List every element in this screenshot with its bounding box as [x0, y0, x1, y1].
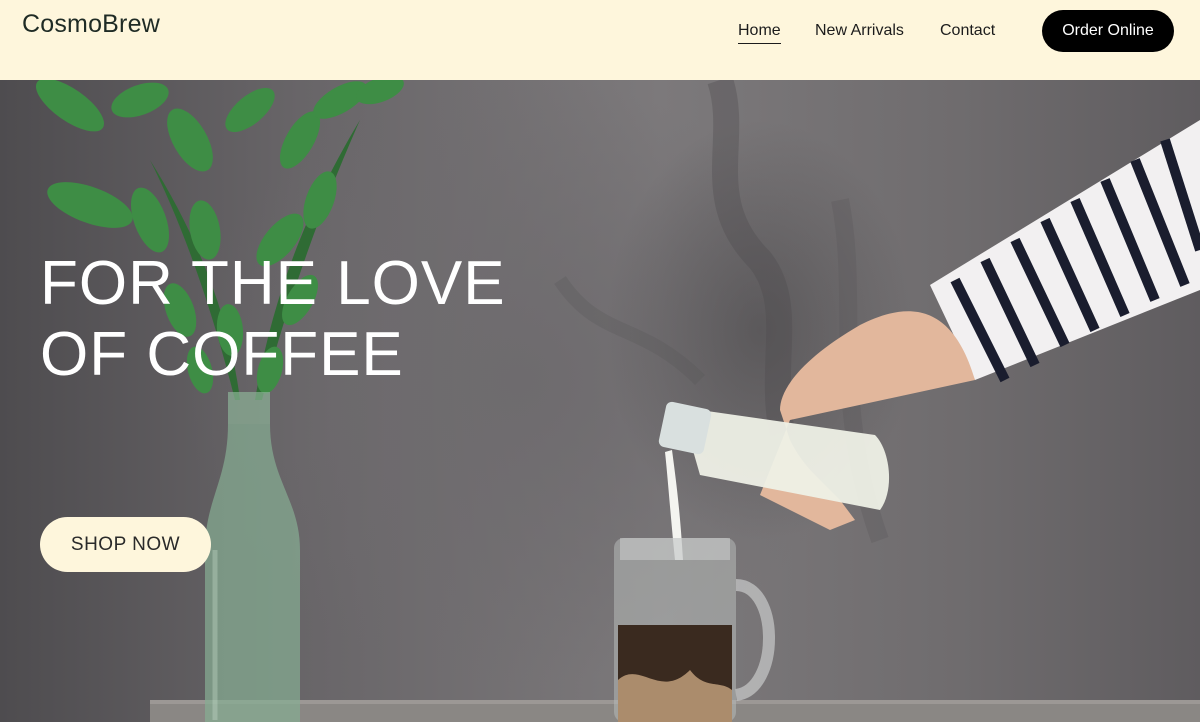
glass-vase — [205, 392, 300, 722]
order-online-button[interactable]: Order Online — [1042, 10, 1174, 52]
shop-now-button[interactable]: SHOP NOW — [40, 517, 211, 572]
coffee-mug — [614, 538, 775, 722]
main-nav: Home New Arrivals Contact — [0, 20, 1200, 44]
nav-link-home[interactable]: Home — [738, 20, 781, 44]
hero-headline-line2: OF COFFEE — [40, 320, 404, 389]
hero-headline: FOR THE LOVE OF COFFEE — [40, 248, 560, 390]
site-header: CosmoBrew Home New Arrivals Contact Orde… — [0, 0, 1200, 80]
coffee-pour-photo — [35, 80, 1200, 722]
striped-sleeve — [930, 120, 1200, 383]
hero-section: FOR THE LOVE OF COFFEE SHOP NOW — [0, 80, 1200, 722]
nav-link-new-arrivals[interactable]: New Arrivals — [815, 20, 904, 42]
nav-link-contact[interactable]: Contact — [940, 20, 995, 42]
hero-headline-line1: FOR THE LOVE — [40, 249, 506, 318]
